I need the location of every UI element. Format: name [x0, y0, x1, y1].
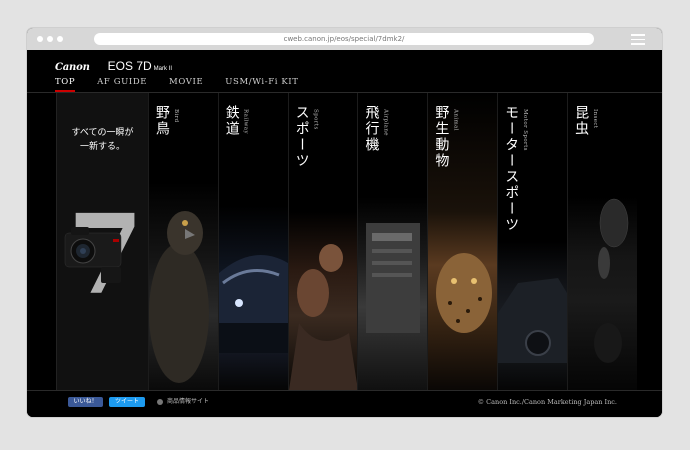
window-dot[interactable] [37, 36, 43, 42]
hero-panel[interactable]: すべての一瞬が 一新する。 7 [56, 93, 148, 390]
airplane-image [366, 223, 421, 333]
window-controls [37, 36, 63, 42]
category-panels: すべての一瞬が 一新する。 7 [56, 93, 637, 390]
product-info-link[interactable]: 商品情報サイト [157, 397, 209, 407]
browser-window: cweb.canon.jp/eos/special/7dmk2/ Canon E… [27, 28, 662, 417]
insect-image [594, 198, 629, 363]
menu-icon[interactable] [631, 34, 645, 48]
canon-logo[interactable]: Canon [55, 62, 90, 73]
category-insect[interactable]: 昆虫 Insect [567, 93, 637, 390]
category-bird[interactable]: 野鳥 Bird [147, 93, 218, 390]
brand-bar: Canon EOS 7D Mark II [55, 59, 172, 73]
site-footer: いいね！ ツイート 商品情報サイト © Canon Inc./Canon Mar… [27, 390, 662, 417]
nav-af-guide[interactable]: AF GUIDE [97, 77, 147, 92]
window-dot[interactable] [57, 36, 63, 42]
animal-image [436, 253, 493, 333]
facebook-like-button[interactable]: いいね！ [68, 397, 103, 407]
product-info-label: 商品情報サイト [167, 398, 210, 405]
category-airplane[interactable]: 飛行機 Airplane [357, 93, 428, 390]
nav-usm-wifi-kit[interactable]: USM/Wi-Fi KIT [225, 77, 298, 92]
window-dot[interactable] [47, 36, 53, 42]
link-icon [157, 399, 163, 405]
main-nav: TOP AF GUIDE MOVIE USM/Wi-Fi KIT [55, 77, 321, 92]
product-logo[interactable]: EOS 7D Mark II [108, 59, 172, 73]
tweet-button[interactable]: ツイート [109, 397, 145, 407]
address-bar[interactable]: cweb.canon.jp/eos/special/7dmk2/ [94, 33, 594, 45]
category-railway[interactable]: 鉄道 Railway [217, 93, 288, 390]
sports-image [288, 244, 358, 390]
nav-top[interactable]: TOP [55, 77, 76, 92]
hero-tagline: すべての一瞬が 一新する。 [57, 126, 148, 154]
railway-image [218, 255, 288, 353]
nav-movie[interactable]: MOVIE [169, 77, 203, 92]
product-name: EOS 7D [107, 59, 152, 73]
motorsport-image [498, 278, 568, 363]
bird-image [148, 211, 209, 383]
hero-graphic: 7 [64, 193, 144, 313]
hero-line-1: すべての一瞬が [71, 128, 134, 138]
browser-chrome: cweb.canon.jp/eos/special/7dmk2/ [27, 28, 662, 50]
category-sports[interactable]: スポーツ Sports [287, 93, 358, 390]
product-suffix: Mark II [153, 66, 173, 72]
category-motor-sports[interactable]: モータースポーツ Motor Sports [497, 93, 568, 390]
hero-line-2: 一新する。 [79, 142, 125, 152]
site-content: Canon EOS 7D Mark II TOP AF GUIDE MOVIE U… [27, 50, 662, 417]
category-animal[interactable]: 野生動物 Animal [427, 93, 498, 390]
copyright: © Canon Inc./Canon Marketing Japan Inc. [477, 398, 617, 406]
